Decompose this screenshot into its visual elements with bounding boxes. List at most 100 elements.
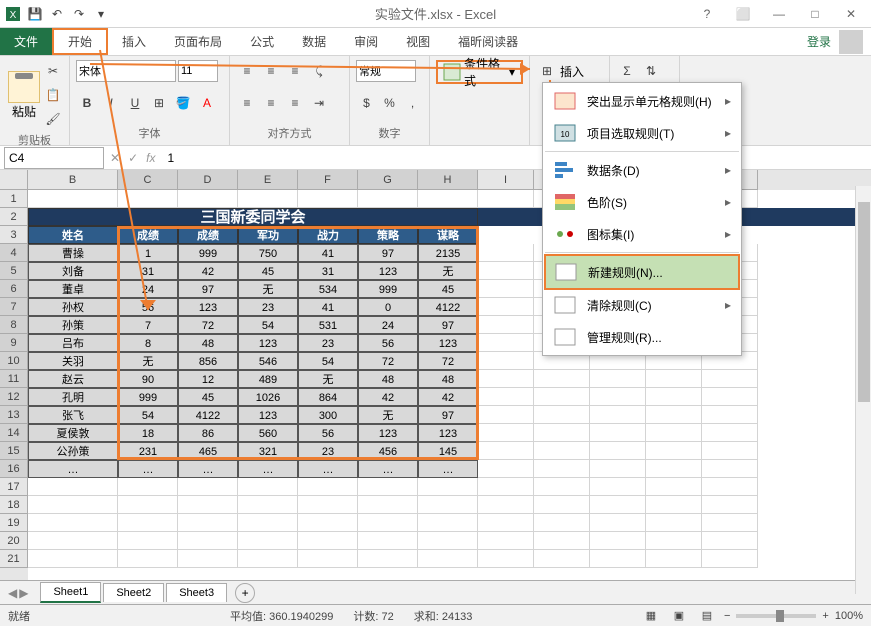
align-top-icon[interactable]: ≡ <box>236 60 258 82</box>
row-header[interactable]: 12 <box>0 388 28 406</box>
table-cell[interactable]: 23 <box>238 298 298 316</box>
dropdown-highlight-rules[interactable]: 突出显示单元格规则(H) <box>545 85 739 117</box>
cells[interactable]: 三国新委同学会姓名成绩成绩军功战力策略谋略曹操199975041972135刘备… <box>28 190 871 568</box>
table-cell[interactable]: 45 <box>178 388 238 406</box>
table-cell[interactable]: 孙权 <box>28 298 118 316</box>
dropdown-icon-sets[interactable]: 图标集(I) <box>545 218 739 250</box>
table-cell[interactable]: 465 <box>178 442 238 460</box>
login-link[interactable]: 登录 <box>807 33 831 50</box>
save-icon[interactable]: 💾 <box>26 5 44 23</box>
table-cell[interactable]: 无 <box>298 370 358 388</box>
table-cell[interactable]: 300 <box>298 406 358 424</box>
percent-icon[interactable]: % <box>379 92 400 114</box>
align-left-icon[interactable]: ≡ <box>236 92 258 114</box>
table-cell[interactable]: 90 <box>118 370 178 388</box>
font-name-input[interactable] <box>76 60 176 82</box>
qat-dropdown-icon[interactable]: ▾ <box>92 5 110 23</box>
table-cell[interactable]: 2135 <box>418 244 478 262</box>
row-header[interactable]: 4 <box>0 244 28 262</box>
bold-icon[interactable]: B <box>76 92 98 114</box>
tab-foxit[interactable]: 福昕阅读器 <box>444 28 532 55</box>
tab-data[interactable]: 数据 <box>288 28 340 55</box>
view-normal-icon[interactable]: ▦ <box>640 605 662 627</box>
col-header[interactable]: H <box>418 170 478 190</box>
tab-view[interactable]: 视图 <box>392 28 444 55</box>
row-header[interactable]: 14 <box>0 424 28 442</box>
zoom-in-icon[interactable]: + <box>822 610 828 622</box>
scrollbar-thumb[interactable] <box>858 202 870 402</box>
select-all-button[interactable] <box>0 170 28 190</box>
border-icon[interactable]: ⊞ <box>148 92 170 114</box>
tab-page-layout[interactable]: 页面布局 <box>160 28 236 55</box>
align-right-icon[interactable]: ≡ <box>284 92 306 114</box>
table-cell[interactable]: … <box>118 460 178 478</box>
close-icon[interactable]: ✕ <box>837 4 865 24</box>
table-header[interactable]: 成绩 <box>118 226 178 244</box>
table-cell[interactable]: 145 <box>418 442 478 460</box>
table-cell[interactable]: 72 <box>418 352 478 370</box>
table-cell[interactable]: 534 <box>298 280 358 298</box>
table-cell[interactable]: 56 <box>298 424 358 442</box>
col-header[interactable]: D <box>178 170 238 190</box>
table-cell[interactable]: 无 <box>418 262 478 280</box>
table-cell[interactable]: 31 <box>118 262 178 280</box>
table-cell[interactable]: 56 <box>358 334 418 352</box>
table-cell[interactable]: 97 <box>418 316 478 334</box>
table-cell[interactable]: 48 <box>418 370 478 388</box>
table-cell[interactable]: 42 <box>178 262 238 280</box>
row-header[interactable]: 1 <box>0 190 28 208</box>
table-cell[interactable]: 4122 <box>418 298 478 316</box>
sheet-tab-2[interactable]: Sheet2 <box>103 583 164 602</box>
table-cell[interactable]: 无 <box>118 352 178 370</box>
table-cell[interactable]: 24 <box>118 280 178 298</box>
view-page-icon[interactable]: ▣ <box>668 605 690 627</box>
sheet-nav-next-icon[interactable]: ▶ <box>19 586 28 600</box>
align-bottom-icon[interactable]: ≡ <box>284 60 306 82</box>
number-format-input[interactable] <box>356 60 416 82</box>
table-cell[interactable]: 97 <box>178 280 238 298</box>
table-title[interactable]: 三国新委同学会 <box>28 208 478 226</box>
table-cell[interactable]: 孙策 <box>28 316 118 334</box>
maximize-icon[interactable]: □ <box>801 4 829 24</box>
table-cell[interactable]: … <box>238 460 298 478</box>
table-cell[interactable]: … <box>358 460 418 478</box>
enter-icon[interactable]: ✓ <box>128 151 138 165</box>
table-cell[interactable]: 123 <box>238 334 298 352</box>
vertical-scrollbar[interactable] <box>855 186 871 594</box>
table-cell[interactable]: 曹操 <box>28 244 118 262</box>
col-header[interactable]: I <box>478 170 534 190</box>
tab-review[interactable]: 审阅 <box>340 28 392 55</box>
table-cell[interactable]: 41 <box>298 298 358 316</box>
table-cell[interactable]: 公孙策 <box>28 442 118 460</box>
table-cell[interactable]: 48 <box>178 334 238 352</box>
table-cell[interactable]: 48 <box>358 370 418 388</box>
table-cell[interactable]: 关羽 <box>28 352 118 370</box>
tab-home[interactable]: 开始 <box>52 28 108 55</box>
dropdown-data-bars[interactable]: 数据条(D) <box>545 154 739 186</box>
table-cell[interactable]: 86 <box>178 424 238 442</box>
copy-icon[interactable]: 📋 <box>42 84 64 106</box>
table-cell[interactable]: 97 <box>358 244 418 262</box>
add-sheet-button[interactable]: + <box>235 583 255 603</box>
font-size-input[interactable] <box>178 60 218 82</box>
align-middle-icon[interactable]: ≡ <box>260 60 282 82</box>
help-icon[interactable]: ? <box>693 4 721 24</box>
col-header[interactable]: G <box>358 170 418 190</box>
format-painter-icon[interactable]: 🖌 <box>42 108 64 130</box>
table-cell[interactable]: 321 <box>238 442 298 460</box>
table-cell[interactable]: 12 <box>178 370 238 388</box>
table-cell[interactable]: 23 <box>298 442 358 460</box>
row-header[interactable]: 10 <box>0 352 28 370</box>
underline-icon[interactable]: U <box>124 92 146 114</box>
table-header[interactable]: 战力 <box>298 226 358 244</box>
table-cell[interactable]: 董卓 <box>28 280 118 298</box>
file-menu[interactable]: 文件 <box>0 28 52 55</box>
comma-icon[interactable]: , <box>402 92 423 114</box>
table-cell[interactable]: 97 <box>418 406 478 424</box>
col-header[interactable]: C <box>118 170 178 190</box>
table-cell[interactable]: 23 <box>298 334 358 352</box>
table-cell[interactable]: 123 <box>178 298 238 316</box>
table-cell[interactable]: 45 <box>238 262 298 280</box>
autosum-icon[interactable]: Σ <box>616 60 638 82</box>
name-box[interactable]: C4 <box>4 147 104 169</box>
